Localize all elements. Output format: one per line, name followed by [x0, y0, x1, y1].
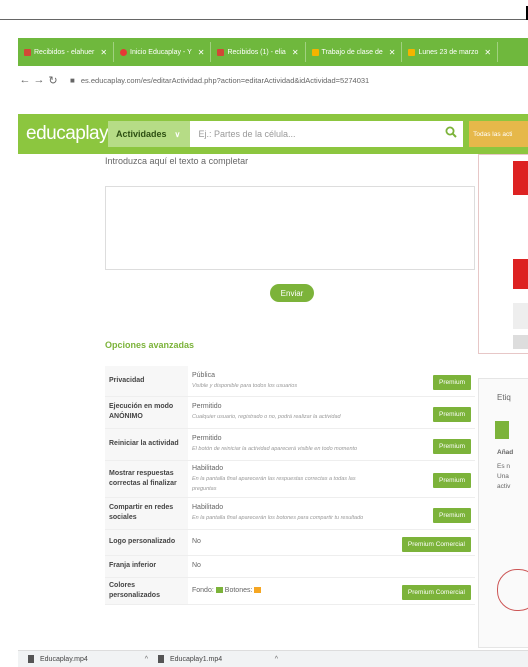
submit-button[interactable]: Enviar	[270, 284, 314, 302]
search-input[interactable]: Ej.: Partes de la célula...	[190, 121, 464, 147]
option-label: Franja inferior	[105, 555, 188, 578]
file-icon	[28, 655, 34, 663]
lock-icon: ■	[70, 75, 75, 85]
editor-main: Introduzca aquí el texto a completar Env…	[18, 154, 528, 650]
preview-box	[478, 154, 528, 354]
table-row: Logo personalizado No Premium Comercial	[105, 529, 475, 556]
premium-button[interactable]: Premium	[432, 438, 471, 454]
option-label: Compartir en redes sociales	[105, 497, 188, 530]
table-row: Compartir en redes sociales Habilitado En…	[105, 497, 475, 530]
url-field[interactable]: es.educaplay.com/es/editarActividad.php?…	[81, 76, 369, 85]
option-value: Habilitado En la pantalla final aparecerá…	[188, 497, 381, 530]
premium-button[interactable]: Premium	[432, 375, 471, 391]
chevron-up-icon[interactable]: ^	[145, 656, 148, 663]
preview-block	[513, 335, 528, 349]
address-bar: ← → ↻ ■ es.educaplay.com/es/editarActivi…	[18, 66, 528, 94]
option-action: Premium Comercial	[381, 529, 475, 556]
record-icon[interactable]	[497, 569, 528, 611]
option-label: Privacidad	[105, 366, 188, 397]
add-button[interactable]	[495, 421, 509, 439]
premium-button[interactable]: Premium	[432, 406, 471, 422]
table-row: Reiniciar la actividad Permitido El botón…	[105, 428, 475, 461]
divider	[0, 19, 528, 20]
browser-tab[interactable]: Recibidos (1) - elia ✕	[211, 42, 306, 62]
premium-commercial-button[interactable]: Premium Comercial	[401, 536, 471, 552]
option-value: No	[188, 529, 381, 556]
table-row: Mostrar respuestas correctas al finaliza…	[105, 460, 475, 498]
premium-button[interactable]: Premium	[432, 473, 471, 488]
preview-block	[513, 303, 528, 329]
gmail-icon	[217, 48, 225, 56]
chevron-down-icon: ∨	[174, 129, 181, 139]
table-row: Ejecución en modo ANÓNIMO Permitido Cualq…	[105, 396, 475, 429]
drive-icon	[408, 48, 416, 56]
top-strip	[0, 0, 528, 38]
forward-icon[interactable]: →	[32, 74, 46, 86]
textarea-label: Introduzca aquí el texto a completar	[105, 156, 249, 166]
option-label: Reiniciar la actividad	[105, 428, 188, 461]
gmail-icon	[24, 48, 31, 56]
educaplay-icon	[120, 48, 128, 56]
option-label: Mostrar respuestas correctas al finaliza…	[105, 460, 188, 498]
browser-tab[interactable]: Recibidos - elahuer ✕	[18, 42, 115, 62]
option-action	[381, 555, 475, 578]
option-value: Habilitado En la pantalla final aparecerá…	[188, 460, 381, 498]
option-label: Logo personalizado	[105, 529, 188, 556]
tags-panel: Etiq Añad Es n Una activ	[478, 378, 528, 648]
option-value: Permitido El botón de reiniciar la activi…	[188, 428, 381, 461]
file-icon	[158, 655, 164, 663]
close-icon[interactable]: ✕	[198, 48, 205, 57]
option-value: No	[188, 555, 381, 578]
chevron-up-icon[interactable]: ^	[275, 656, 278, 663]
option-action: Premium	[381, 428, 475, 461]
advanced-options-title: Opciones avanzadas	[105, 340, 195, 350]
close-icon[interactable]: ✕	[292, 48, 299, 57]
close-icon[interactable]: ✕	[389, 48, 396, 57]
option-action: Premium Comercial	[381, 577, 475, 605]
downloads-bar: Educaplay.mp4 ^ Educaplay1.mp4 ^	[18, 650, 528, 667]
download-item[interactable]: Educaplay1.mp4 ^	[158, 655, 278, 663]
premium-button[interactable]: Premium	[432, 507, 471, 523]
back-icon[interactable]: ←	[18, 74, 32, 86]
all-activities-button[interactable]: Todas las acti	[469, 121, 528, 147]
reload-icon[interactable]: ↻	[46, 74, 60, 87]
option-action: Premium	[381, 396, 475, 429]
browser-tab[interactable]: Trabajo de clase de ✕	[306, 42, 403, 62]
options-table: Privacidad Pública Visible y disponible p…	[105, 366, 475, 605]
option-value: Fondo: Botones:	[188, 577, 381, 605]
drive-icon	[311, 48, 319, 56]
download-item[interactable]: Educaplay.mp4 ^	[28, 655, 148, 663]
color-swatch[interactable]	[215, 586, 223, 593]
option-action: Premium	[381, 497, 475, 530]
option-value: Pública Visible y disponible para todos l…	[188, 366, 381, 397]
search-icon[interactable]	[445, 126, 457, 140]
preview-block	[513, 259, 528, 289]
close-icon[interactable]: ✕	[100, 48, 107, 57]
table-row: Privacidad Pública Visible y disponible p…	[105, 366, 475, 397]
browser-tab[interactable]: Lunes 23 de marzo ✕	[402, 42, 499, 62]
option-label: Colores personalizados	[105, 577, 188, 605]
close-icon[interactable]: ✕	[484, 48, 491, 57]
browser-tab[interactable]: Inicio Educaplay - Y ✕	[114, 42, 212, 62]
table-row: Franja inferior No	[105, 555, 475, 578]
text-input-area[interactable]	[105, 186, 475, 270]
activities-dropdown[interactable]: Actividades ∨	[108, 121, 191, 147]
option-action: Premium	[381, 366, 475, 397]
option-action: Premium	[381, 460, 475, 498]
logo[interactable]: educaplay	[26, 123, 109, 145]
option-value: Permitido Cualquier usuario, registrado o…	[188, 396, 381, 429]
preview-block	[513, 161, 528, 195]
table-row: Colores personalizados Fondo: Botones: Pr…	[105, 577, 475, 605]
right-panel: Etiq Añad Es n Una activ	[478, 154, 528, 650]
site-header: educaplay Actividades ∨ Ej.: Partes de la…	[18, 114, 528, 154]
color-swatch[interactable]	[254, 586, 262, 593]
browser-tab-bar: Recibidos - elahuer ✕ Inicio Educaplay - …	[18, 38, 528, 66]
option-label: Ejecución en modo ANÓNIMO	[105, 396, 188, 429]
premium-commercial-button[interactable]: Premium Comercial	[401, 585, 471, 600]
